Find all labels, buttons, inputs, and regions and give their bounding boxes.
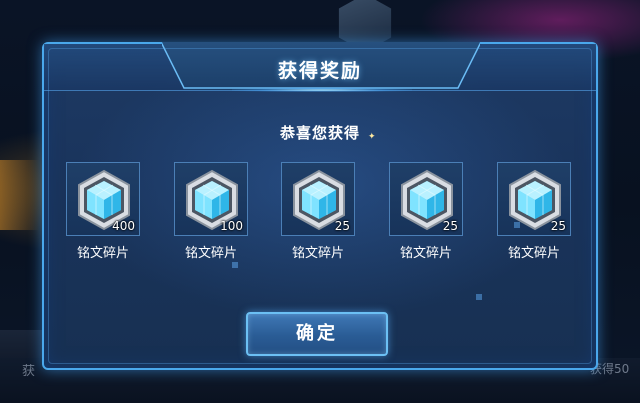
game-screen: 获 获得50 获得奖励 恭喜您获得 ✦ 400 铭文碎片 100 铭文碎片 25 铭文… — [0, 0, 640, 403]
title-glow-line — [232, 88, 412, 92]
reward-label: 铭文碎片 — [184, 246, 237, 261]
reward-dialog: 获得奖励 恭喜您获得 ✦ 400 铭文碎片 100 铭文碎片 25 铭文碎片 25 铭文… — [42, 42, 598, 370]
reward-label: 铭文碎片 — [76, 246, 129, 261]
decor-square — [232, 262, 238, 268]
reward-slot[interactable]: 100 — [174, 162, 248, 236]
reward-item[interactable]: 25 铭文碎片 — [281, 162, 357, 261]
reward-item[interactable]: 25 铭文碎片 — [389, 162, 465, 261]
background-text-left: 获 — [22, 364, 36, 379]
reward-slot[interactable]: 400 — [66, 162, 140, 236]
reward-slot[interactable]: 25 — [497, 162, 571, 236]
reward-item[interactable]: 400 铭文碎片 — [66, 162, 142, 261]
decor-square — [514, 222, 520, 228]
reward-quantity: 100 — [220, 219, 243, 233]
decor-square — [476, 294, 482, 300]
reward-quantity: 25 — [550, 219, 566, 233]
reward-item[interactable]: 100 铭文碎片 — [174, 162, 250, 261]
dialog-subtitle: 恭喜您获得 — [279, 124, 360, 142]
dialog-title: 获得奖励 — [277, 60, 362, 82]
reward-quantity: 400 — [112, 219, 135, 233]
confirm-button[interactable]: 确定 — [246, 312, 388, 356]
background-glow — [0, 160, 40, 230]
reward-slot[interactable]: 25 — [389, 162, 463, 236]
sparkle-icon: ✦ — [368, 132, 376, 142]
reward-quantity: 25 — [334, 219, 350, 233]
reward-item[interactable]: 25 铭文碎片 — [497, 162, 573, 261]
reward-label: 铭文碎片 — [399, 246, 452, 261]
reward-slot[interactable]: 25 — [281, 162, 355, 236]
reward-label: 铭文碎片 — [291, 246, 344, 261]
reward-label: 铭文碎片 — [507, 246, 560, 261]
reward-quantity: 25 — [442, 219, 458, 233]
